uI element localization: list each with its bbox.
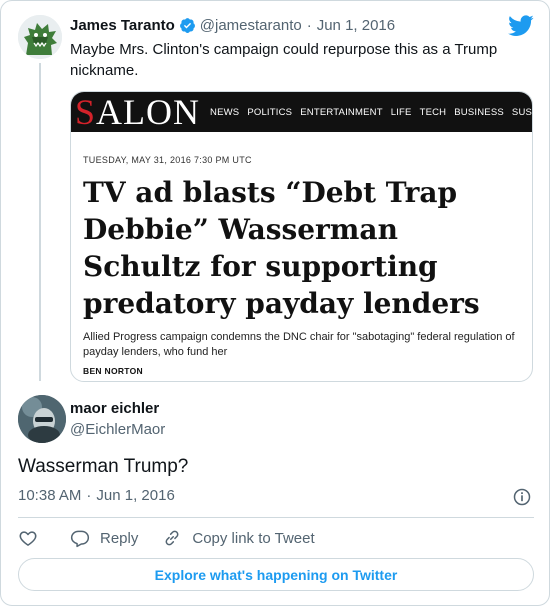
- article-subhead: Allied Progress campaign condemns the DN…: [83, 331, 515, 358]
- tweet-actions: Reply Copy link to Tweet: [18, 527, 315, 549]
- salon-nav-item: TECH: [419, 106, 447, 118]
- separator-dot: ·: [306, 17, 312, 34]
- like-button[interactable]: [18, 528, 38, 548]
- salon-nav-item: SUSTAIN: [511, 106, 533, 118]
- thread-line: [39, 63, 41, 381]
- twitter-bird-icon[interactable]: [508, 15, 534, 37]
- salon-header-bar: SALON NEWS POLITICS ENTERTAINMENT LIFE T…: [71, 92, 533, 132]
- parent-tweet-date[interactable]: Jun 1, 2016: [317, 17, 395, 34]
- explore-twitter-button[interactable]: Explore what's happening on Twitter: [18, 558, 534, 591]
- tweet-time[interactable]: 10:38 AM: [18, 487, 81, 504]
- divider: [18, 517, 534, 518]
- link-icon: [165, 530, 179, 546]
- salon-nav-item: LIFE: [390, 106, 412, 118]
- tweet-timestamp[interactable]: 10:38 AM · Jun 1, 2016: [18, 487, 175, 504]
- profile-photo-icon: [18, 395, 66, 443]
- copy-link-label: Copy link to Tweet: [192, 529, 315, 547]
- salon-nav-item: POLITICS: [247, 106, 293, 118]
- main-author-handle[interactable]: @EichlerMaor: [70, 421, 165, 438]
- attached-article-image[interactable]: SALON NEWS POLITICS ENTERTAINMENT LIFE T…: [70, 91, 533, 382]
- parent-tweet-text: Maybe Mrs. Clinton's campaign could repu…: [70, 41, 498, 79]
- salon-logo: SALON: [75, 92, 201, 132]
- godzilla-avatar-icon: [18, 15, 62, 59]
- reply-icon: [70, 530, 90, 548]
- salon-nav-item: BUSINESS: [454, 106, 504, 118]
- separator-dot: ·: [86, 487, 92, 504]
- verified-badge-icon: [179, 18, 195, 33]
- copy-link-button[interactable]: Copy link to Tweet: [162, 528, 315, 548]
- heart-icon: [19, 531, 37, 546]
- parent-tweet-header: James Taranto @jamestaranto · Jun 1, 201…: [70, 17, 395, 34]
- parent-author-name[interactable]: James Taranto: [70, 17, 175, 34]
- reply-label: Reply: [100, 529, 139, 547]
- tweet-embed-card: James Taranto @jamestaranto · Jun 1, 201…: [0, 0, 550, 606]
- article-author: BEN NORTON: [83, 366, 143, 376]
- main-author-name[interactable]: maor eichler: [70, 400, 159, 417]
- tweet-date[interactable]: Jun 1, 2016: [96, 487, 174, 504]
- info-icon[interactable]: [512, 487, 532, 507]
- main-avatar[interactable]: [18, 395, 66, 443]
- article-headline: TV ad blasts “Debt Trap Debbie” Wasserma…: [83, 176, 480, 320]
- reply-button[interactable]: Reply: [70, 528, 138, 548]
- article-date: TUESDAY, MAY 31, 2016 7:30 PM UTC: [83, 155, 252, 165]
- salon-nav-item: NEWS: [210, 106, 240, 118]
- parent-avatar[interactable]: [18, 15, 62, 59]
- salon-nav-item: ENTERTAINMENT: [300, 106, 383, 118]
- salon-nav: NEWS POLITICS ENTERTAINMENT LIFE TECH BU…: [210, 106, 533, 118]
- parent-author-handle[interactable]: @jamestaranto: [200, 17, 302, 34]
- main-tweet-text: Wasserman Trump?: [18, 456, 189, 477]
